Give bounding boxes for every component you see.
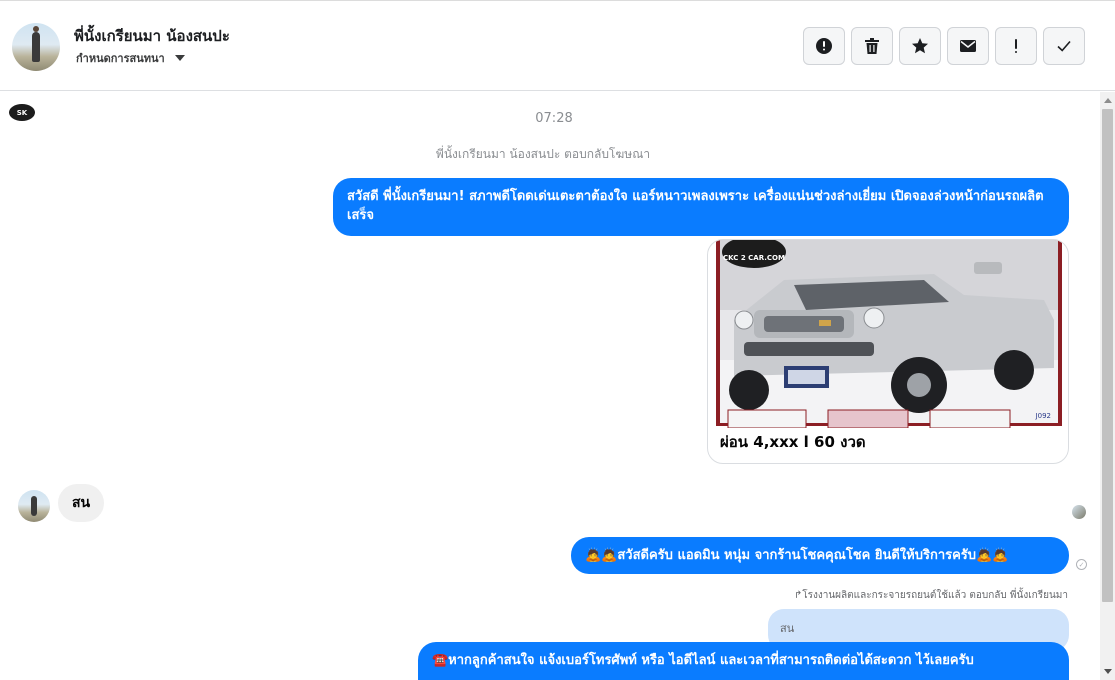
trash-icon xyxy=(865,38,879,54)
timestamp: 07:28 xyxy=(535,111,573,126)
assign-label: กำหนดการสนทนา xyxy=(76,52,165,65)
scroll-up-arrow-icon[interactable] xyxy=(1104,98,1112,103)
ad-card-title[interactable]: ผ่อน 4,xxx l 60 งวด xyxy=(720,430,866,454)
outgoing-message[interactable]: ☎️หากลูกค้าสนใจ แจ้งเบอร์โทรศัพท์ หรือ ไ… xyxy=(418,642,1069,680)
mark-unread-button[interactable] xyxy=(947,27,989,65)
reply-meta: ↱โรงงานผลิตและกระจายรถยนต์ใช้แล้ว ตอบกลั… xyxy=(793,590,1068,601)
star-button[interactable] xyxy=(899,27,941,65)
ad-card[interactable]: CKC 2 CAR.COM J092 ผ่อน 4,xxx l 60 งวด xyxy=(707,239,1069,464)
report-button[interactable] xyxy=(803,27,845,65)
scrollbar-thumb[interactable] xyxy=(1102,109,1113,602)
incoming-message[interactable]: สน xyxy=(58,484,105,522)
seen-avatar-icon xyxy=(1072,505,1086,519)
sent-check-icon: ✓ xyxy=(1076,559,1087,570)
contact-name[interactable]: พี่นั้งเกรียนมา น้องสนปะ xyxy=(74,24,230,48)
message-thread[interactable]: SK 07:28 พี่นั้งเกรียนมา น้องสนปะ ตอบกลั… xyxy=(0,92,1100,680)
conversation-header: พี่นั้งเกรียนมา น้องสนปะ กำหนดการสนทนา xyxy=(0,3,1115,91)
image-code: J092 xyxy=(1035,412,1051,420)
star-icon xyxy=(912,38,928,54)
exclamation-circle-icon xyxy=(816,38,832,54)
contact-avatar[interactable] xyxy=(12,23,60,71)
exclamation-icon xyxy=(1015,39,1017,53)
outgoing-message[interactable]: 🙇🙇สวัสดีครับ แอดมิน หนุ่ม จากร้านโชคคุณโ… xyxy=(571,537,1069,574)
outgoing-message[interactable]: สวัสดี พี่นั้งเกรียนมา! สภาพดีโดดเด่นเตะ… xyxy=(333,178,1069,236)
assign-conversation-dropdown[interactable]: กำหนดการสนทนา xyxy=(76,49,185,67)
caret-down-icon xyxy=(174,55,185,61)
car-image[interactable]: CKC 2 CAR.COM J092 xyxy=(714,240,1064,428)
delete-button[interactable] xyxy=(851,27,893,65)
contact-avatar-small[interactable] xyxy=(18,490,50,522)
watermark-text: CKC 2 CAR.COM xyxy=(723,254,785,262)
envelope-icon xyxy=(960,40,976,52)
check-icon xyxy=(1057,40,1071,52)
scroll-down-arrow-icon[interactable] xyxy=(1104,669,1112,674)
header-actions xyxy=(803,27,1085,65)
chat-scrollbar[interactable] xyxy=(1100,92,1115,680)
important-button[interactable] xyxy=(995,27,1037,65)
done-button[interactable] xyxy=(1043,27,1085,65)
ad-reply-meta: พี่นั้งเกรียนมา น้องสนปะ ตอบกลับโฆษณา xyxy=(435,147,651,161)
